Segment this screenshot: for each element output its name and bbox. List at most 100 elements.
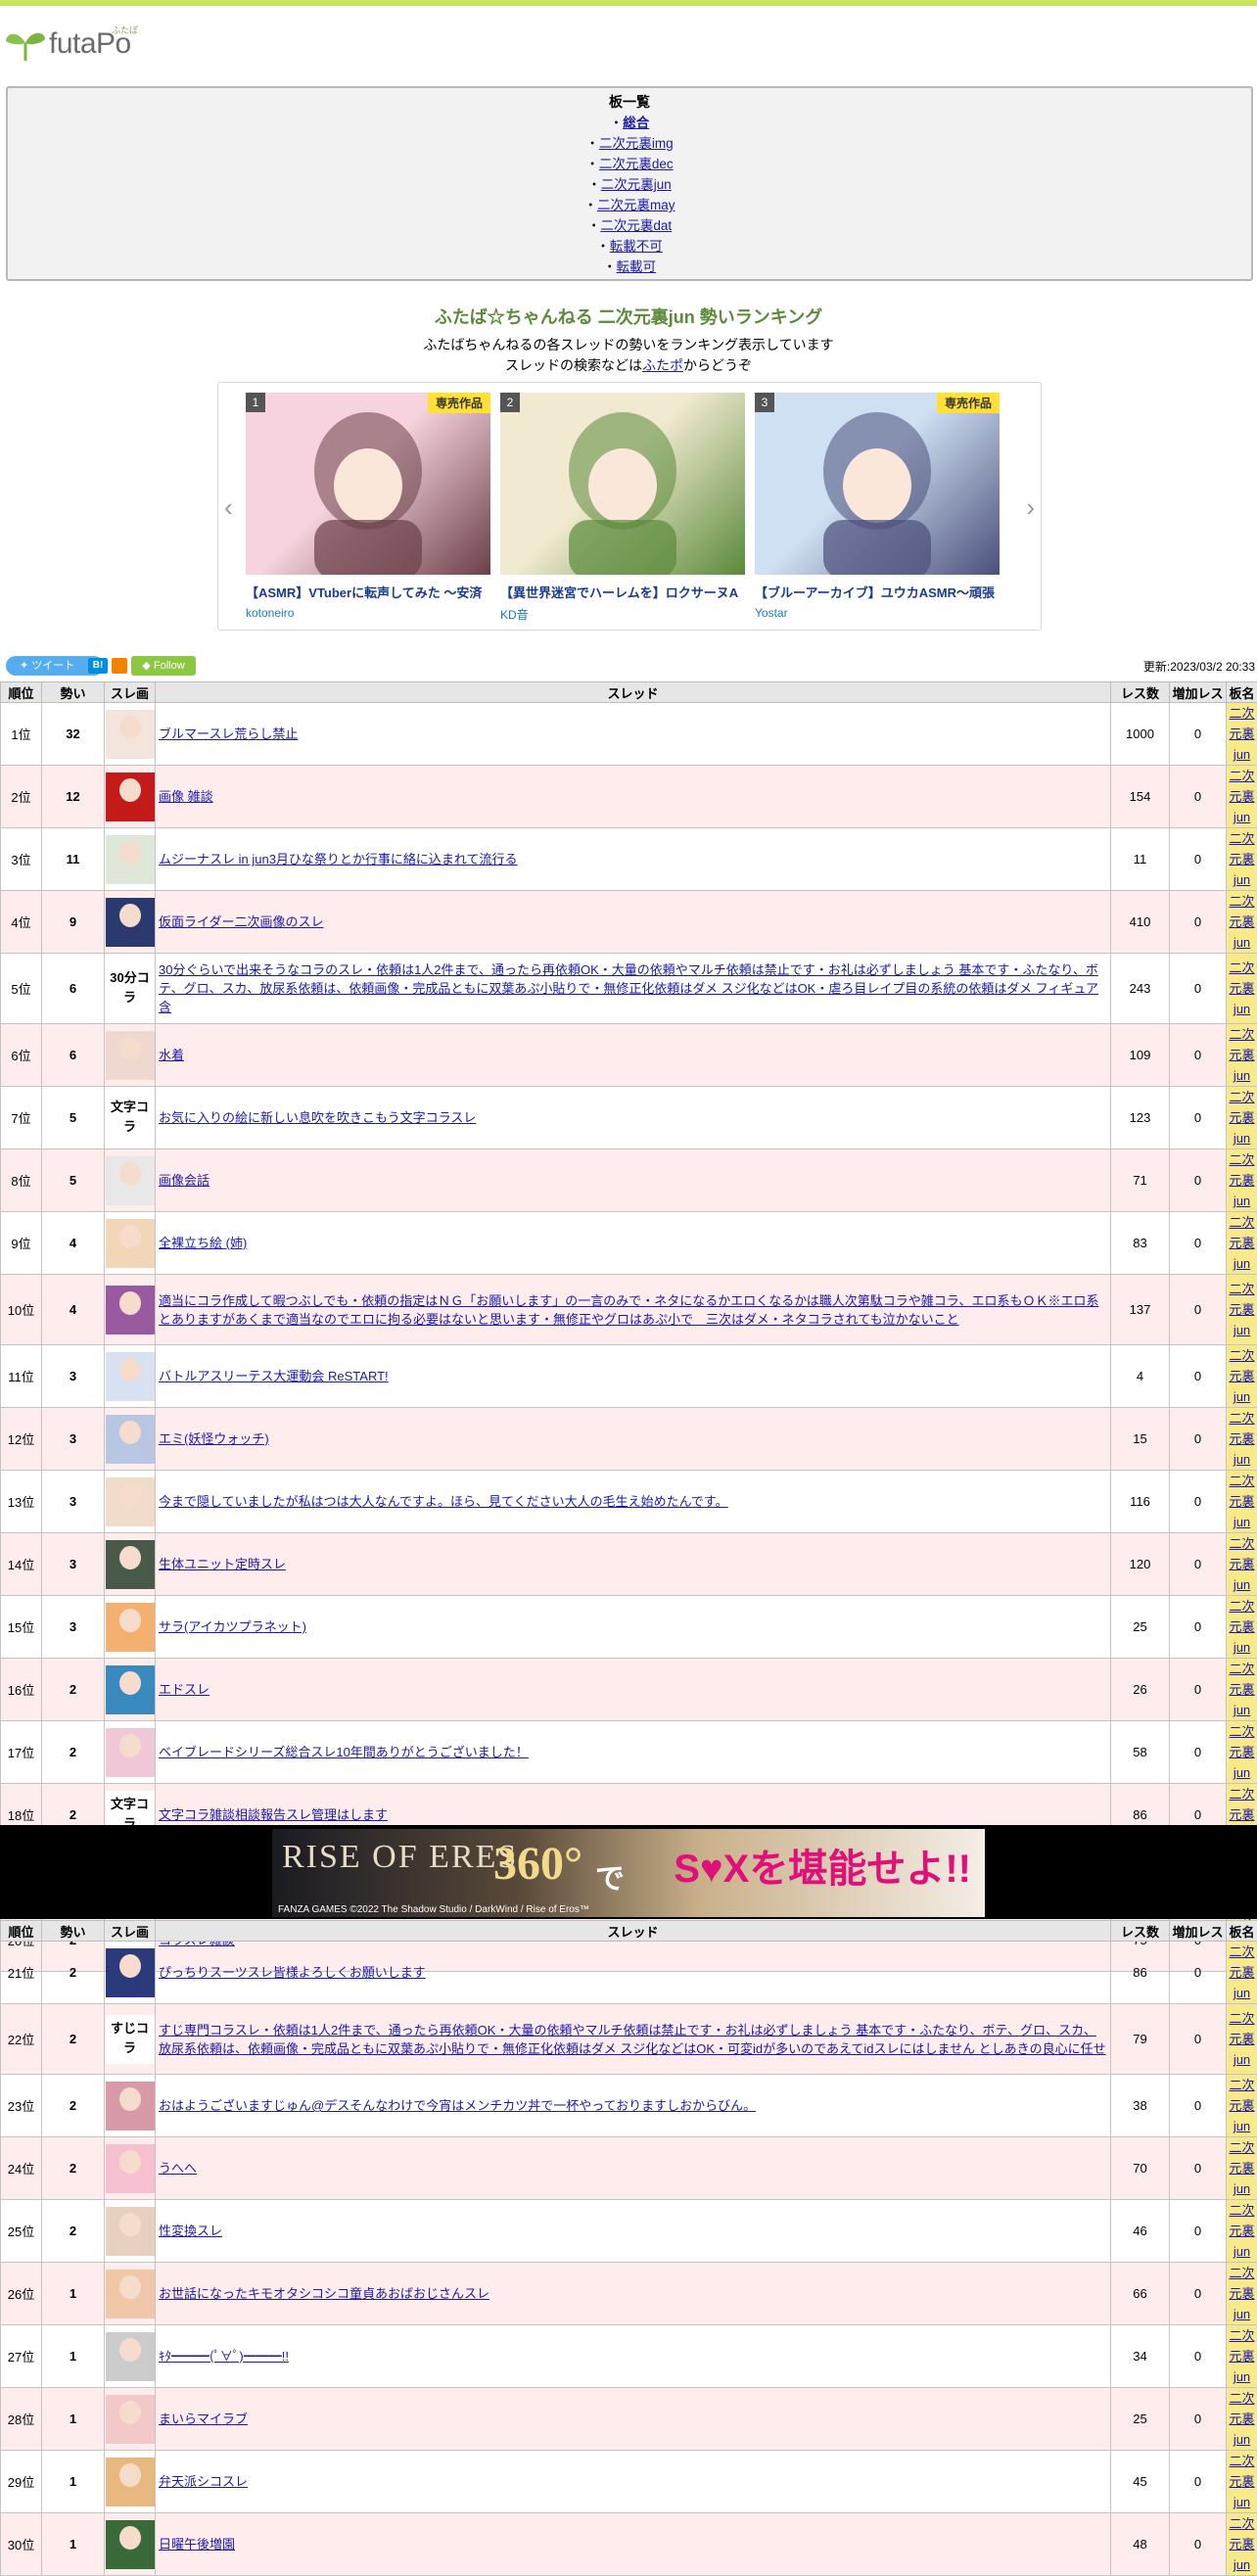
follow-button[interactable]: ◆ Follow: [131, 656, 196, 676]
thread-link[interactable]: 生体ユニット定時スレ: [159, 1557, 286, 1571]
thread-link[interactable]: バトルアスリーテス大運動会 ReSTART!: [159, 1369, 389, 1383]
thread-thumbnail[interactable]: 文字コラ: [106, 1094, 155, 1143]
futapo-link[interactable]: ふたポ: [642, 357, 683, 373]
thread-thumbnail[interactable]: [106, 2144, 155, 2193]
board-name-link[interactable]: 二次元裏jun: [1229, 960, 1254, 1016]
thread-link[interactable]: エミ(妖怪ウォッチ): [159, 1431, 269, 1446]
thread-link[interactable]: 弁天派シコスレ: [159, 2474, 248, 2489]
thread-link[interactable]: お気に入りの絵に新しい息吹を吹きこもう文字コラスレ: [159, 1110, 476, 1125]
board-name-link[interactable]: 二次元裏jun: [1229, 2391, 1254, 2447]
thread-link[interactable]: 性変換スレ: [159, 2224, 222, 2238]
board-name-link[interactable]: 二次元裏jun: [1229, 2140, 1254, 2196]
chevron-right-icon[interactable]: ›: [1026, 492, 1035, 523]
board-name-link[interactable]: 二次元裏jun: [1229, 1724, 1254, 1780]
board-name-link[interactable]: 二次元裏jun: [1229, 2203, 1254, 2259]
product-card[interactable]: 3専売作品【ブルーアーカイブ】ユウカASMR～頑張 Yostar: [755, 393, 1000, 618]
board-name-link[interactable]: 二次元裏jun: [1229, 769, 1254, 824]
thread-link[interactable]: サラ(アイカツプラネット): [159, 1619, 306, 1634]
board-link[interactable]: 二次元裏jun: [601, 177, 672, 192]
thread-link[interactable]: うへへ: [159, 2161, 197, 2176]
chevron-left-icon[interactable]: ‹: [224, 492, 233, 523]
thread-thumbnail[interactable]: [106, 2082, 155, 2131]
board-link[interactable]: 二次元裏dec: [599, 157, 674, 171]
thread-thumbnail[interactable]: [106, 835, 155, 884]
thread-thumbnail[interactable]: [106, 1603, 155, 1652]
thread-thumbnail[interactable]: [106, 1477, 155, 1526]
thread-link[interactable]: エドスレ: [159, 1682, 210, 1697]
thread-thumbnail[interactable]: [106, 773, 155, 821]
thread-link[interactable]: お世話になったキモオタシコシコ童貞あおばおじさんスレ: [159, 2286, 489, 2301]
thread-thumbnail[interactable]: [106, 1540, 155, 1589]
product-circle[interactable]: KD音: [500, 606, 745, 623]
board-name-link[interactable]: 二次元裏jun: [1229, 1282, 1254, 1337]
thread-link[interactable]: おはようございますじゅん@デスそんなわけで今宵はメンチカツ丼で一杯やっております…: [159, 2098, 756, 2113]
thread-thumbnail[interactable]: [106, 2395, 155, 2444]
product-title[interactable]: 【異世界迷宮でハーレムを】ロクサーヌA: [500, 583, 745, 601]
board-name-link[interactable]: 二次元裏jun: [1229, 1027, 1254, 1083]
thread-link[interactable]: 日曜午後増園: [159, 2537, 235, 2552]
product-image[interactable]: 2: [500, 393, 745, 575]
product-circle[interactable]: kotoneiro: [246, 606, 490, 620]
board-link[interactable]: 二次元裏: [610, 280, 663, 281]
thread-link[interactable]: 全裸立ち絵 (姉): [159, 1236, 247, 1250]
thread-link[interactable]: 今まで隠していましたが私はつは大人なんですよ。ほら、見てください大人の毛生え始め…: [159, 1494, 728, 1509]
thread-thumbnail[interactable]: [106, 1948, 155, 1997]
thread-link[interactable]: ぴっちりスーツスレ皆様よろしくお願いします: [159, 1965, 426, 1980]
board-name-link[interactable]: 二次元裏jun: [1229, 2011, 1254, 2067]
board-name-link[interactable]: 二次元裏jun: [1229, 1662, 1254, 1717]
thread-thumbnail[interactable]: [106, 1352, 155, 1401]
board-name-link[interactable]: 二次元裏jun: [1229, 1536, 1254, 1592]
thread-thumbnail[interactable]: [106, 1031, 155, 1080]
board-name-link[interactable]: 二次元裏jun: [1229, 1599, 1254, 1655]
thread-link[interactable]: 仮面ライダー二次画像のスレ: [159, 914, 323, 929]
board-name-link[interactable]: 二次元裏jun: [1229, 1152, 1254, 1208]
board-link[interactable]: 二次元裏may: [597, 198, 675, 212]
board-name-link[interactable]: 二次元裏jun: [1229, 2328, 1254, 2384]
board-name-link[interactable]: 二次元裏jun: [1229, 2516, 1254, 2572]
thread-thumbnail[interactable]: [106, 1665, 155, 1714]
thread-link[interactable]: 画像 雑談: [159, 789, 213, 804]
thread-thumbnail[interactable]: [106, 2332, 155, 2381]
board-name-link[interactable]: 二次元裏jun: [1229, 1411, 1254, 1467]
product-circle[interactable]: Yostar: [755, 606, 1000, 620]
board-link[interactable]: 二次元裏img: [599, 136, 674, 151]
thread-thumbnail[interactable]: 30分コラ: [106, 964, 155, 1013]
ad-banner[interactable]: RISE OF ERES 360° で S♥Xを堪能せよ!! FANZA GAM…: [0, 1825, 1257, 1919]
hatena-bookmark-button[interactable]: B!: [88, 658, 108, 674]
board-name-link[interactable]: 二次元裏jun: [1229, 1348, 1254, 1404]
thread-thumbnail[interactable]: [106, 710, 155, 759]
thread-thumbnail[interactable]: [106, 1156, 155, 1205]
thread-link[interactable]: ベイブレードシリーズ総合スレ10年間ありがとうございました！: [159, 1745, 529, 1759]
thread-link[interactable]: まいらマイラブ: [159, 2412, 248, 2426]
product-card[interactable]: 1専売作品【ASMR】VTuberに転声してみた 〜安済 kotoneiro: [246, 393, 490, 618]
rss-icon[interactable]: [112, 658, 127, 674]
board-link[interactable]: 転載可: [617, 259, 657, 274]
board-link[interactable]: 総合: [623, 116, 649, 130]
thread-link[interactable]: 文字コラ雑談相談報告スレ管理はします: [159, 1807, 388, 1822]
product-image[interactable]: 1専売作品: [246, 393, 490, 575]
board-name-link[interactable]: 二次元裏jun: [1229, 831, 1254, 887]
thread-link[interactable]: 画像会話: [159, 1173, 210, 1188]
ad-banner-image[interactable]: RISE OF ERES 360° で S♥Xを堪能せよ!! FANZA GAM…: [272, 1829, 985, 1917]
thread-thumbnail[interactable]: すじコラ: [106, 2015, 155, 2064]
product-image[interactable]: 3専売作品: [755, 393, 1000, 575]
thread-link[interactable]: 30分ぐらいで出来そうなコラのスレ・依頼は1人2件まで、通ったら再依頼OK・大量…: [159, 962, 1098, 1014]
board-name-link[interactable]: 二次元裏jun: [1229, 1474, 1254, 1529]
product-card[interactable]: 2【異世界迷宮でハーレムを】ロクサーヌAKD音: [500, 393, 745, 618]
board-link[interactable]: 転載不可: [610, 239, 663, 254]
thread-link[interactable]: ムジーナスレ in jun3月ひな祭りとか行事に絡に込まれて流行る: [159, 852, 518, 866]
product-title[interactable]: 【ブルーアーカイブ】ユウカASMR～頑張: [755, 583, 1000, 601]
thread-link[interactable]: 適当にコラ作成して暇つぶしでも・依頼の指定はＮＧ「お願いします」の一言のみで・ネ…: [159, 1293, 1098, 1327]
thread-thumbnail[interactable]: [106, 1415, 155, 1464]
board-name-link[interactable]: 二次元裏jun: [1229, 1090, 1254, 1146]
product-title[interactable]: 【ASMR】VTuberに転声してみた 〜安済: [246, 583, 490, 601]
futapo-logo[interactable]: futaPo ふたぽ: [4, 22, 151, 65]
thread-thumbnail[interactable]: [106, 2270, 155, 2318]
board-name-link[interactable]: 二次元裏jun: [1229, 894, 1254, 950]
board-name-link[interactable]: 二次元裏jun: [1229, 706, 1254, 762]
thread-link[interactable]: ｷﾀ━━━(ﾟ∀ﾟ)━━━!!: [159, 2349, 289, 2364]
thread-link[interactable]: すじ専門コラスレ・依頼は1人2件まで、通ったら再依頼OK・大量の依頼やマルチ依頼…: [159, 2023, 1106, 2056]
thread-thumbnail[interactable]: [106, 2520, 155, 2569]
thread-thumbnail[interactable]: [106, 2458, 155, 2506]
board-name-link[interactable]: 二次元裏jun: [1229, 1215, 1254, 1271]
